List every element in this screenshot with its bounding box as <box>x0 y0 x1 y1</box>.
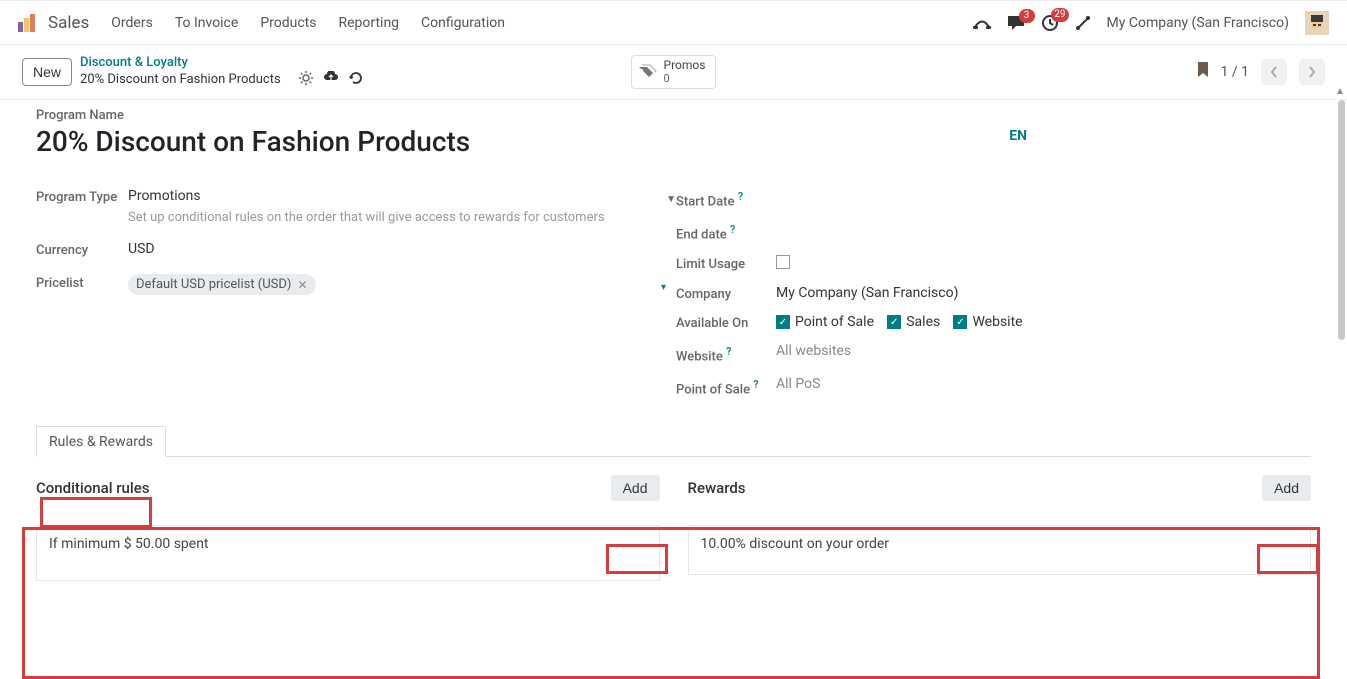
company-select[interactable]: My Company (San Francisco) <box>776 285 958 301</box>
available-sales-checkbox[interactable]: ✓ <box>887 315 901 329</box>
help-icon[interactable]: ? <box>726 345 731 358</box>
website-label: Website ? <box>676 343 776 364</box>
menu-products[interactable]: Products <box>260 15 316 31</box>
activities-badge: 29 <box>1051 8 1068 22</box>
rewards-title: Rewards <box>688 479 746 497</box>
breadcrumb-current: 20% Discount on Fashion Products <box>80 72 281 88</box>
discard-icon[interactable] <box>349 71 363 90</box>
breadcrumb-parent[interactable]: Discount & Loyalty <box>80 55 363 71</box>
cloud-upload-icon[interactable] <box>323 71 339 90</box>
menu-orders[interactable]: Orders <box>111 15 153 31</box>
page-counter: 1 / 1 <box>1221 64 1249 80</box>
search-filter-tag[interactable]: Promos 0 <box>631 55 717 88</box>
program-type-select[interactable]: Promotions <box>128 188 201 204</box>
available-sales-label: Sales <box>906 314 940 330</box>
add-reward-button[interactable]: Add <box>1262 475 1311 501</box>
pricelist-tag[interactable]: Default USD pricelist (USD) ✕ <box>128 274 316 295</box>
page-next-button[interactable] <box>1299 59 1325 85</box>
app-name[interactable]: Sales <box>48 13 89 33</box>
messages-badge: 3 <box>1019 9 1035 23</box>
available-pos-checkbox[interactable]: ✓ <box>776 315 790 329</box>
help-icon[interactable]: ? <box>753 378 758 391</box>
program-name-input[interactable]: 20% Discount on Fashion Products <box>36 125 1311 158</box>
app-logo-icon <box>18 14 36 32</box>
filter-tag-label: Promos <box>664 59 706 72</box>
chevron-down-icon[interactable]: ▼ <box>666 194 676 205</box>
available-on-label: Available On <box>676 314 776 331</box>
pos-select[interactable]: All PoS <box>776 376 820 392</box>
pos-label: Point of Sale ? <box>676 376 776 397</box>
limit-usage-label: Limit Usage <box>676 255 776 272</box>
help-icon[interactable]: ? <box>738 190 743 203</box>
available-website-label: Website <box>972 314 1022 330</box>
filter-tag-count: 0 <box>664 73 706 85</box>
gear-icon[interactable] <box>299 71 313 90</box>
pricelist-label: Pricelist <box>36 274 128 291</box>
help-icon[interactable]: ? <box>730 223 735 236</box>
scroll-up-icon[interactable]: ▲ <box>1335 86 1345 96</box>
page-prev-button[interactable] <box>1261 59 1287 85</box>
program-name-label: Program Name <box>36 108 1311 123</box>
menu-to-invoice[interactable]: To Invoice <box>175 15 239 31</box>
currency-select[interactable]: USD <box>128 241 155 257</box>
scroll-thumb[interactable] <box>1338 100 1345 340</box>
tab-rules-rewards[interactable]: Rules & Rewards <box>36 426 166 457</box>
tools-icon[interactable] <box>1075 15 1091 31</box>
website-select[interactable]: All websites <box>776 343 851 359</box>
add-rule-button[interactable]: Add <box>611 475 660 501</box>
bookmark-icon[interactable] <box>1197 62 1209 82</box>
limit-usage-checkbox[interactable] <box>776 255 790 269</box>
new-button[interactable]: New <box>22 58 72 86</box>
voip-icon[interactable] <box>973 16 991 30</box>
company-label: Company <box>676 285 776 302</box>
currency-label: Currency <box>36 241 128 258</box>
pricelist-tag-remove-icon[interactable]: ✕ <box>297 278 307 292</box>
end-date-label: End date ? <box>676 221 776 242</box>
pricelist-tag-label: Default USD pricelist (USD) <box>136 277 291 292</box>
menu-configuration[interactable]: Configuration <box>421 15 505 31</box>
available-pos-label: Point of Sale <box>795 314 874 330</box>
available-website-checkbox[interactable]: ✓ <box>953 315 967 329</box>
messages-icon[interactable]: 3 <box>1007 15 1025 31</box>
scrollbar[interactable]: ▲ <box>1333 100 1347 606</box>
program-type-help: Set up conditional rules on the order th… <box>128 210 676 225</box>
conditional-rules-title: Conditional rules <box>36 479 149 497</box>
menu-reporting[interactable]: Reporting <box>338 15 399 31</box>
conditional-rule-item[interactable]: If minimum $ 50.00 spent <box>36 525 660 581</box>
program-type-label: Program Type <box>36 188 128 205</box>
chevron-down-icon[interactable]: ▾ <box>661 282 666 293</box>
activities-icon[interactable]: 29 <box>1041 14 1059 32</box>
company-selector[interactable]: My Company (San Francisco) <box>1107 15 1289 31</box>
language-badge[interactable]: EN <box>1009 128 1027 144</box>
reward-item[interactable]: 10.00% discount on your order <box>688 525 1312 575</box>
start-date-label: Start Date ? <box>676 188 776 209</box>
tags-icon <box>638 64 658 80</box>
avatar[interactable] <box>1305 11 1329 35</box>
